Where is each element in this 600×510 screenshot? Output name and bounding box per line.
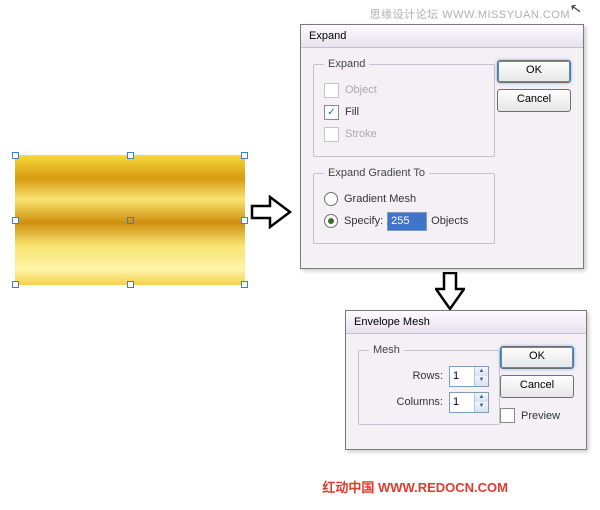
ok-button[interactable]: OK (500, 346, 574, 369)
cursor-icon: ↖ (569, 0, 584, 18)
center-handle[interactable] (127, 217, 134, 224)
mesh-legend: Mesh (369, 344, 404, 356)
step-up-icon[interactable]: ▲ (475, 393, 488, 403)
object-checkbox (324, 83, 339, 98)
watermark-bottom: 红动中国 WWW.REDOCN.COM (322, 477, 508, 496)
arrow-right-icon (250, 195, 294, 229)
rows-input[interactable]: 1 ▲▼ (449, 366, 489, 387)
resize-handle[interactable] (12, 152, 19, 159)
columns-label: Columns: (397, 396, 443, 408)
preview-label: Preview (521, 410, 560, 422)
step-down-icon[interactable]: ▼ (475, 402, 488, 412)
envelope-mesh-dialog: Envelope Mesh Mesh Rows: 1 ▲▼ Columns: 1… (345, 310, 587, 450)
columns-input[interactable]: 1 ▲▼ (449, 392, 489, 413)
arrow-down-icon (435, 272, 465, 312)
stroke-label: Stroke (345, 128, 377, 140)
specify-suffix: Objects (431, 215, 468, 227)
resize-handle[interactable] (241, 281, 248, 288)
stroke-checkbox (324, 127, 339, 142)
specify-label: Specify: (344, 215, 383, 227)
expand-group: Expand Object ✓ Fill Stroke (313, 58, 495, 157)
gradient-legend: Expand Gradient To (324, 167, 429, 179)
gradient-group: Expand Gradient To Gradient Mesh Specify… (313, 167, 495, 244)
fill-checkbox[interactable]: ✓ (324, 105, 339, 120)
selected-rectangle[interactable] (15, 155, 245, 285)
rows-label: Rows: (412, 370, 443, 382)
ok-button[interactable]: OK (497, 60, 571, 83)
resize-handle[interactable] (127, 281, 134, 288)
gradient-mesh-radio[interactable] (324, 192, 338, 206)
specify-radio[interactable] (324, 214, 338, 228)
resize-handle[interactable] (241, 217, 248, 224)
object-label: Object (345, 84, 377, 96)
resize-handle[interactable] (12, 217, 19, 224)
step-up-icon[interactable]: ▲ (475, 367, 488, 377)
cancel-button[interactable]: Cancel (497, 89, 571, 112)
step-down-icon[interactable]: ▼ (475, 376, 488, 386)
expand-dialog: Expand Expand Object ✓ Fill Stroke Expan… (300, 24, 584, 269)
specify-input[interactable]: 255 (387, 212, 427, 231)
fill-label: Fill (345, 106, 359, 118)
resize-handle[interactable] (127, 152, 134, 159)
expand-legend: Expand (324, 58, 369, 70)
mesh-group: Mesh Rows: 1 ▲▼ Columns: 1 ▲▼ (358, 344, 500, 425)
dialog-title: Expand (301, 25, 583, 48)
dialog-title: Envelope Mesh (346, 311, 586, 334)
resize-handle[interactable] (241, 152, 248, 159)
watermark-top: 思缘设计论坛 WWW.MISSYUAN.COM (370, 6, 570, 22)
resize-handle[interactable] (12, 281, 19, 288)
preview-checkbox[interactable] (500, 408, 515, 423)
cancel-button[interactable]: Cancel (500, 375, 574, 398)
gradient-mesh-label: Gradient Mesh (344, 193, 416, 205)
